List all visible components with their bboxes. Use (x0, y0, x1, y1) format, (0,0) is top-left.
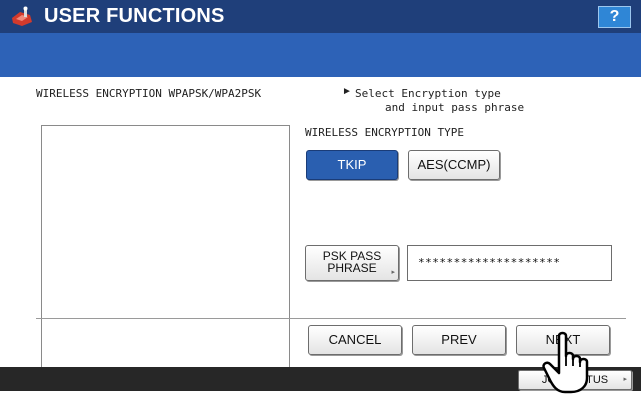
next-button[interactable]: NEXT (516, 325, 610, 355)
prev-button[interactable]: PREV (412, 325, 506, 355)
sub-header-bar (0, 33, 641, 77)
network-list-box[interactable] (41, 125, 290, 387)
page-title: USER FUNCTIONS (44, 5, 225, 27)
main-panel: WIRELESS ENCRYPTION WPAPSK/WPA2PSK ► Sel… (0, 77, 641, 387)
corner-arrow-icon: ▸ (623, 376, 627, 383)
psk-pass-phrase-button[interactable]: PSK PASS PHRASE ▸ (305, 245, 399, 281)
job-status-label: JOB STATUS (541, 374, 609, 386)
hint-text-line1: Select Encryption type (355, 87, 501, 100)
user-functions-icon (12, 6, 32, 26)
divider (36, 318, 626, 319)
job-status-button[interactable]: JOB STATUS ▸ (518, 370, 632, 390)
psk-pass-phrase-field[interactable]: ******************** (407, 245, 612, 281)
psk-button-label-line2: PHRASE (327, 261, 377, 275)
section-heading: WIRELESS ENCRYPTION WPAPSK/WPA2PSK (36, 87, 262, 100)
corner-arrow-icon: ▸ (391, 269, 395, 276)
title-bar: USER FUNCTIONS ? (0, 0, 641, 33)
help-button[interactable]: ? (598, 6, 631, 28)
hint-text-line2: and input pass phrase (385, 101, 525, 114)
cancel-button[interactable]: CANCEL (308, 325, 402, 355)
encryption-type-label: WIRELESS ENCRYPTION TYPE (305, 126, 464, 139)
hint-arrow-icon: ► (342, 86, 352, 97)
aes-ccmp-button[interactable]: AES(CCMP) (408, 150, 500, 180)
tkip-button[interactable]: TKIP (306, 150, 398, 180)
